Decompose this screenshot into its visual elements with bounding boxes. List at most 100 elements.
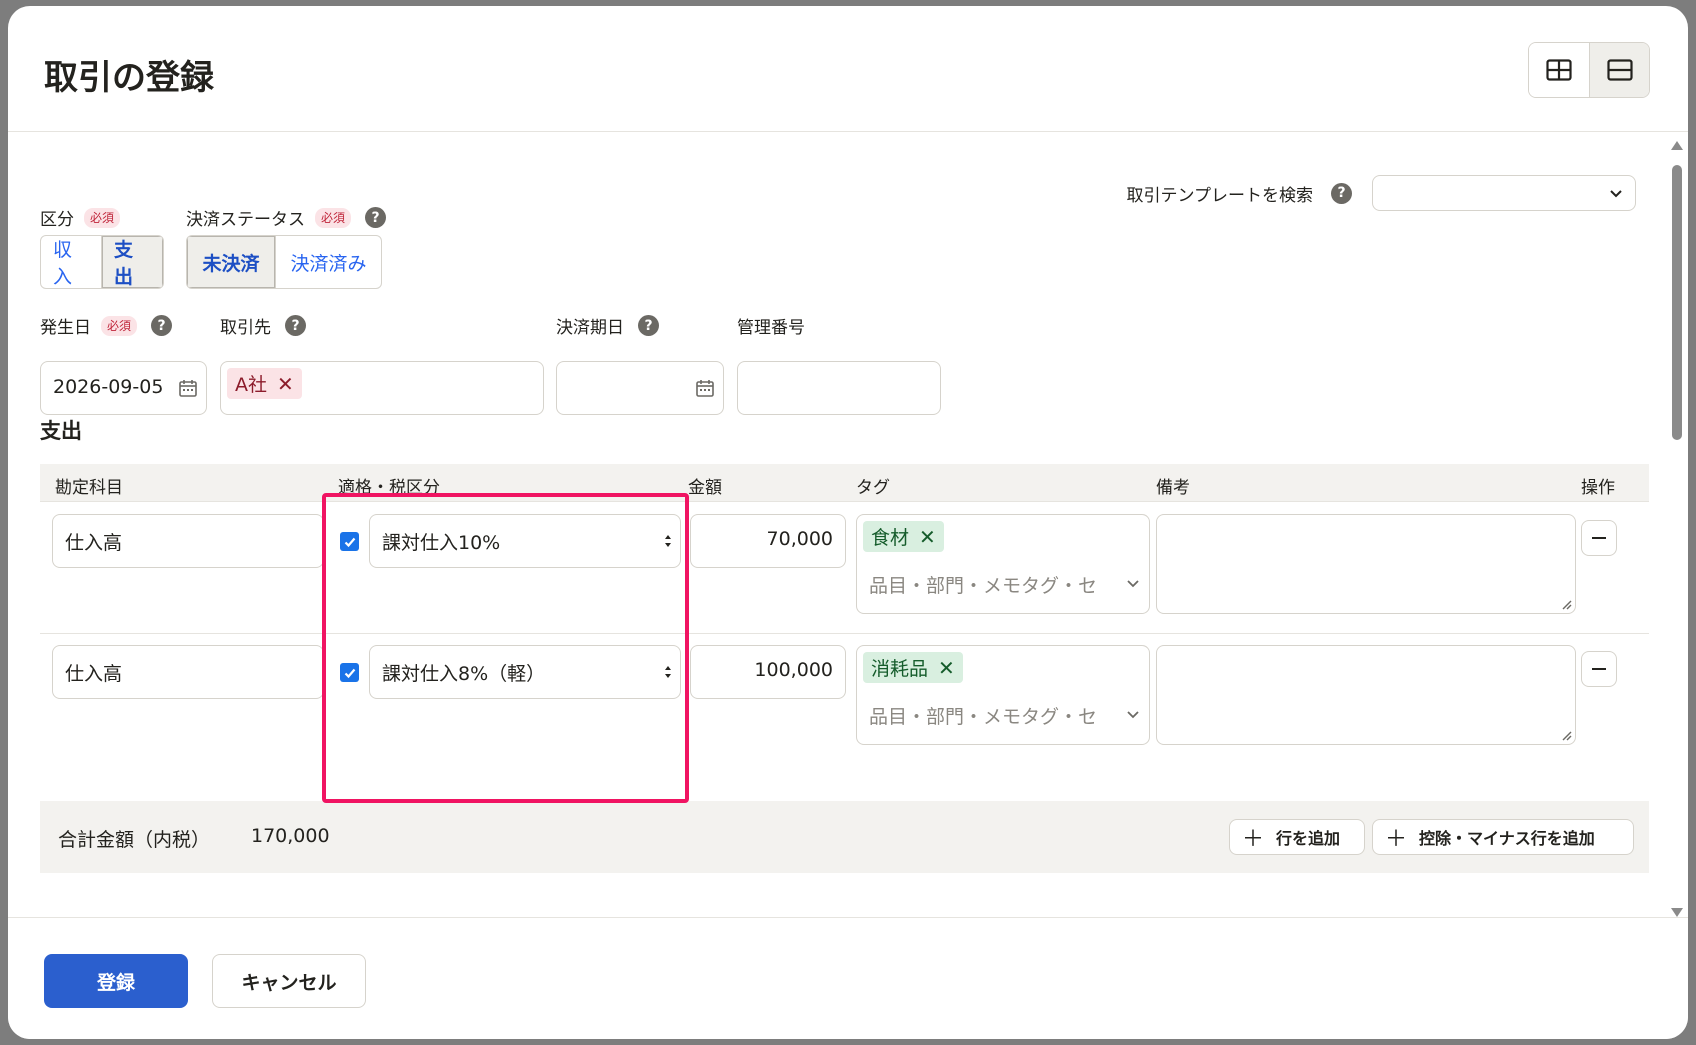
tag-input[interactable]: 消耗品 ✕ 品目・部門・メモタグ・セ bbox=[856, 645, 1150, 745]
tax-category-select[interactable]: 課対仕入10% bbox=[369, 514, 681, 568]
payment-status-option-settled[interactable]: 決済済み bbox=[275, 236, 381, 288]
add-deduction-row-label: 控除・マイナス行を追加 bbox=[1419, 829, 1595, 848]
header-amount: 金額 bbox=[688, 478, 722, 498]
minus-icon bbox=[1592, 668, 1606, 670]
due-date-input[interactable] bbox=[556, 361, 724, 415]
calendar-icon[interactable] bbox=[695, 378, 715, 398]
header-tax: 適格・税区分 bbox=[338, 478, 440, 498]
remove-icon[interactable]: ✕ bbox=[277, 372, 294, 396]
scroll-thumb[interactable] bbox=[1672, 165, 1682, 440]
category-option-expense[interactable]: 支出 bbox=[101, 236, 163, 288]
resize-grip-icon[interactable] bbox=[1560, 598, 1572, 610]
table-header: 勘定科目 適格・税区分 金額 タグ 備考 操作 bbox=[40, 464, 1649, 502]
category-segmented: 収入 支出 bbox=[40, 235, 164, 289]
ref-number-label-text: 管理番号 bbox=[737, 318, 805, 338]
tax-category-value: 課対仕入10% bbox=[382, 532, 501, 554]
note-textarea[interactable] bbox=[1156, 514, 1576, 614]
payment-status-label: 決済ステータス 必須 ? bbox=[186, 205, 387, 230]
account-value: 仕入高 bbox=[65, 663, 123, 685]
add-deduction-row-button[interactable]: ＋ 控除・マイナス行を追加 bbox=[1372, 819, 1634, 855]
tag-placeholder: 品目・部門・メモタグ・セ bbox=[869, 706, 1098, 728]
modal-body: 取引テンプレートを検索 ? 区分 必須 収入 支出 決済ステータス 必須 ? 未… bbox=[8, 133, 1688, 917]
add-row-button[interactable]: ＋ 行を追加 bbox=[1229, 819, 1365, 855]
help-icon[interactable]: ? bbox=[151, 315, 173, 336]
issue-date-input[interactable]: 2026-09-05 bbox=[40, 361, 207, 415]
amount-value: 70,000 bbox=[766, 528, 833, 550]
check-icon bbox=[344, 668, 355, 678]
tag-chip: 食材 ✕ bbox=[863, 521, 944, 552]
ref-number-label: 管理番号 bbox=[737, 313, 805, 338]
ref-number-input[interactable] bbox=[737, 361, 941, 415]
select-arrows-icon bbox=[665, 666, 671, 678]
help-icon[interactable]: ? bbox=[365, 207, 387, 228]
cancel-button[interactable]: キャンセル bbox=[212, 954, 366, 1008]
remove-row-button[interactable] bbox=[1581, 651, 1617, 687]
chevron-down-icon[interactable] bbox=[1127, 710, 1139, 720]
split-vertical-icon bbox=[1546, 59, 1572, 81]
total-label: 合計金額（内税） bbox=[58, 829, 211, 851]
partner-chip: A社 ✕ bbox=[227, 368, 302, 399]
category-label-text: 区分 bbox=[40, 210, 74, 230]
partner-label: 取引先 ? bbox=[220, 313, 306, 338]
scrollbar[interactable] bbox=[1670, 141, 1684, 917]
amount-input[interactable]: 70,000 bbox=[690, 514, 846, 568]
minus-icon bbox=[1592, 537, 1606, 539]
plus-icon: ＋ bbox=[1385, 827, 1408, 852]
partner-label-text: 取引先 bbox=[220, 318, 271, 338]
required-badge: 必須 bbox=[315, 207, 352, 228]
qualified-checkbox[interactable] bbox=[340, 532, 359, 551]
template-search-select[interactable] bbox=[1372, 175, 1636, 211]
tag-chip-label: 食材 bbox=[871, 527, 910, 549]
due-date-label-text: 決済期日 bbox=[556, 318, 624, 338]
table-row: 仕入高 課対仕入8%（軽） 100,000 消耗品 ✕ 品目・部門・メモタグ・セ bbox=[40, 635, 1649, 765]
help-icon[interactable]: ? bbox=[1331, 182, 1352, 204]
tag-input[interactable]: 食材 ✕ 品目・部門・メモタグ・セ bbox=[856, 514, 1150, 614]
stacked-layout-button[interactable] bbox=[1589, 43, 1649, 97]
account-value: 仕入高 bbox=[65, 532, 123, 554]
header-ops: 操作 bbox=[1581, 478, 1615, 498]
modal-title: 取引の登録 bbox=[44, 58, 214, 98]
category-label: 区分 必須 bbox=[40, 205, 121, 230]
amount-input[interactable]: 100,000 bbox=[690, 645, 846, 699]
payment-status-option-unsettled[interactable]: 未決済 bbox=[187, 236, 275, 288]
layout-toggle bbox=[1528, 42, 1650, 98]
side-by-side-layout-button[interactable] bbox=[1529, 43, 1589, 97]
remove-row-button[interactable] bbox=[1581, 520, 1617, 556]
help-icon[interactable]: ? bbox=[638, 315, 659, 336]
template-search-label: 取引テンプレートを検索 bbox=[1126, 185, 1314, 206]
partner-chip-label: A社 bbox=[235, 374, 267, 396]
help-icon[interactable]: ? bbox=[285, 315, 306, 336]
section-title: 支出 bbox=[40, 419, 82, 443]
chevron-down-icon[interactable] bbox=[1127, 579, 1139, 589]
plus-icon: ＋ bbox=[1242, 827, 1265, 852]
header-note: 備考 bbox=[1156, 478, 1190, 498]
category-option-income[interactable]: 収入 bbox=[41, 236, 101, 288]
tax-category-value: 課対仕入8%（軽） bbox=[382, 663, 546, 685]
select-arrows-icon bbox=[665, 535, 671, 547]
required-badge: 必須 bbox=[101, 315, 138, 336]
account-input[interactable]: 仕入高 bbox=[52, 645, 324, 699]
tag-chip: 消耗品 ✕ bbox=[863, 652, 963, 683]
issue-date-label: 発生日 必須 ? bbox=[40, 313, 173, 338]
totals-bar: 合計金額（内税） 170,000 ＋ 行を追加 ＋ 控除・マイナス行を追加 bbox=[40, 801, 1649, 873]
calendar-icon[interactable] bbox=[178, 378, 198, 398]
note-textarea[interactable] bbox=[1156, 645, 1576, 745]
scroll-up-icon[interactable] bbox=[1671, 141, 1683, 150]
account-input[interactable]: 仕入高 bbox=[52, 514, 324, 568]
tax-category-select[interactable]: 課対仕入8%（軽） bbox=[369, 645, 681, 699]
payment-status-label-text: 決済ステータス bbox=[186, 210, 305, 230]
tag-placeholder: 品目・部門・メモタグ・セ bbox=[869, 575, 1098, 597]
issue-date-value: 2026-09-05 bbox=[53, 376, 164, 398]
total-value: 170,000 bbox=[251, 825, 330, 847]
template-search: 取引テンプレートを検索 ? bbox=[1126, 175, 1636, 211]
qualified-checkbox[interactable] bbox=[340, 663, 359, 682]
payment-status-segmented: 未決済 決済済み bbox=[186, 235, 382, 289]
submit-button[interactable]: 登録 bbox=[44, 954, 188, 1008]
remove-icon[interactable]: ✕ bbox=[919, 525, 936, 549]
resize-grip-icon[interactable] bbox=[1560, 729, 1572, 741]
header-account: 勘定科目 bbox=[55, 478, 123, 498]
scroll-down-icon[interactable] bbox=[1671, 908, 1683, 917]
partner-input[interactable]: A社 ✕ bbox=[220, 361, 544, 415]
header-tag: タグ bbox=[856, 478, 890, 498]
remove-icon[interactable]: ✕ bbox=[938, 656, 955, 680]
